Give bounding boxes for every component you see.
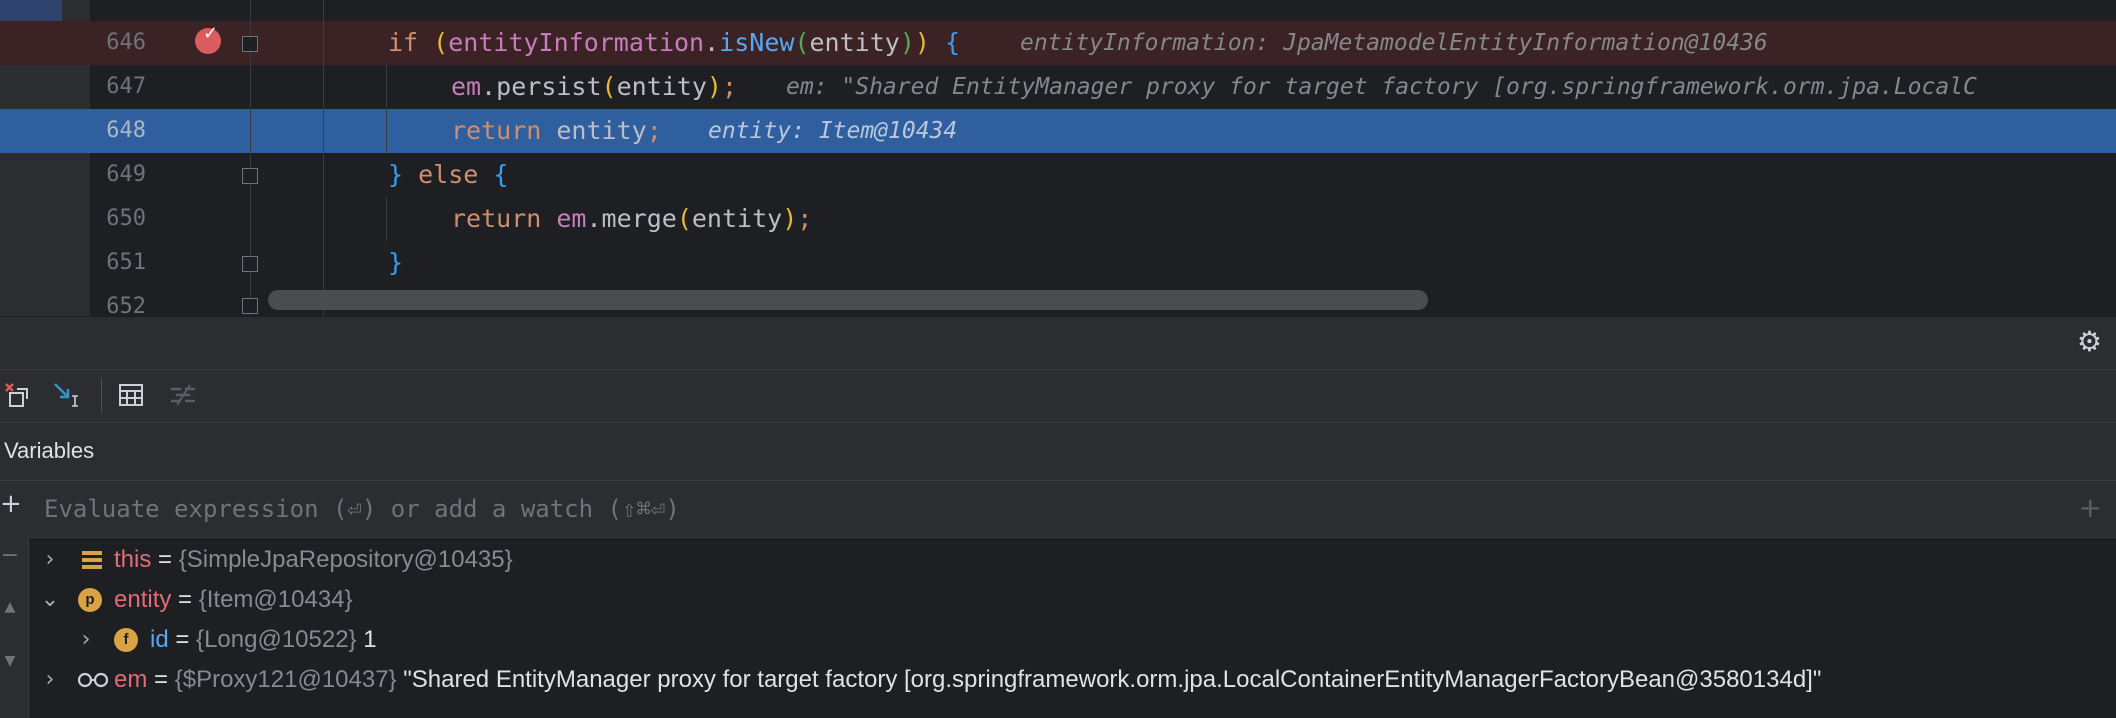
line-number: 649	[106, 162, 146, 187]
panel-title: Variables	[4, 438, 95, 463]
indent-guide	[386, 197, 387, 241]
evaluate-expression-input[interactable]	[42, 489, 1946, 529]
line-number: 645	[90, 0, 146, 14]
variable-row[interactable]: › f id = {Long@10522} 1	[28, 620, 2116, 660]
variable-row[interactable]: ⌄ p entity = {Item@10434}	[28, 580, 2116, 620]
line-number: 647	[106, 74, 146, 99]
chevron-right-icon[interactable]: ›	[38, 540, 62, 580]
fold-marker-icon[interactable]	[242, 298, 258, 314]
code-text: }	[388, 248, 404, 277]
variable-row[interactable]: › em = {$Proxy121@10437} "Shared EntityM…	[28, 660, 2116, 700]
add-watch-icon[interactable]: +	[2079, 493, 2102, 523]
indent-guide	[386, 65, 387, 153]
fold-marker-icon[interactable]	[242, 256, 258, 272]
move-up-icon[interactable]: ▲	[0, 599, 20, 615]
indent-guide	[323, 0, 324, 316]
line-number: 648	[106, 118, 146, 143]
field-icon: f	[114, 628, 138, 652]
remove-watch-icon[interactable]: −	[0, 543, 20, 568]
code-text: em.persist(entity);	[451, 72, 738, 101]
variables-side-toolbar: + − ▲ ▼	[0, 481, 29, 718]
inline-value-hint[interactable]: entity: Item@10434	[708, 109, 957, 153]
parameter-icon: p	[78, 588, 102, 612]
breakpoint-check-icon: ✓	[203, 23, 219, 44]
horizontal-scrollbar[interactable]	[268, 290, 1428, 310]
variable-text: entity = {Item@10434}	[114, 586, 353, 613]
evaluate-expression-bar: +	[28, 481, 2116, 538]
debug-tool-window-header[interactable]: ⚙	[0, 316, 2116, 370]
variable-row[interactable]: › this = {SimpleJpaRepository@10435}	[28, 540, 2116, 580]
gear-icon[interactable]: ⚙	[2077, 327, 2102, 357]
line-number: 651	[106, 250, 146, 275]
table-view-icon[interactable]	[116, 380, 146, 410]
line-number: 646	[106, 30, 146, 55]
code-line-breakpoint[interactable]: 646 if (entityInformation.isNew(entity))…	[0, 21, 2116, 65]
move-down-icon[interactable]: ▼	[0, 653, 20, 669]
step-into-icon[interactable]	[52, 380, 82, 410]
stack-icon	[80, 548, 104, 572]
code-line-current[interactable]: 648 return entity; entity: Item@10434	[0, 109, 2116, 153]
code-text: if (entityInformation.isNew(entity)) {	[388, 28, 961, 57]
settings-compare-icon[interactable]	[168, 380, 198, 410]
code-text: return entity;	[451, 116, 662, 145]
code-editor[interactable]: 645 646 if (entityInformation.isNew(enti…	[0, 0, 2116, 316]
add-watch-icon[interactable]: +	[0, 489, 22, 519]
code-line[interactable]: 649 } else {	[0, 153, 2116, 197]
code-line[interactable]: 645	[0, 0, 2116, 14]
restore-layout-icon[interactable]	[2, 380, 32, 410]
variable-text: em = {$Proxy121@10437} "Shared EntityMan…	[114, 666, 1822, 693]
code-line[interactable]: 651 }	[0, 241, 2116, 285]
variables-panel-header: Variables	[0, 424, 2116, 481]
fold-marker-icon[interactable]	[242, 36, 258, 52]
variable-text: this = {SimpleJpaRepository@10435}	[114, 546, 513, 573]
chevron-right-icon[interactable]: ›	[74, 620, 98, 660]
fold-marker-icon[interactable]	[242, 168, 258, 184]
line-number: 652	[106, 294, 146, 316]
chevron-down-icon[interactable]: ⌄	[38, 580, 62, 620]
code-line[interactable]: 650 return em.merge(entity);	[0, 197, 2116, 241]
inline-value-hint[interactable]: em: "Shared EntityManager proxy for targ…	[786, 65, 1977, 109]
code-text: return em.merge(entity);	[451, 204, 813, 233]
watch-glasses-icon	[76, 668, 110, 692]
line-number: 650	[106, 206, 146, 231]
code-text: } else {	[388, 160, 509, 189]
inline-value-hint[interactable]: entityInformation: JpaMetamodelEntityInf…	[1020, 21, 1768, 65]
code-line[interactable]: 647 em.persist(entity); em: "Shared Enti…	[0, 65, 2116, 109]
debugger-toolbar	[0, 370, 2116, 423]
toolbar-separator	[101, 378, 102, 412]
variable-text: id = {Long@10522} 1	[150, 626, 377, 653]
chevron-right-icon[interactable]: ›	[38, 660, 62, 700]
